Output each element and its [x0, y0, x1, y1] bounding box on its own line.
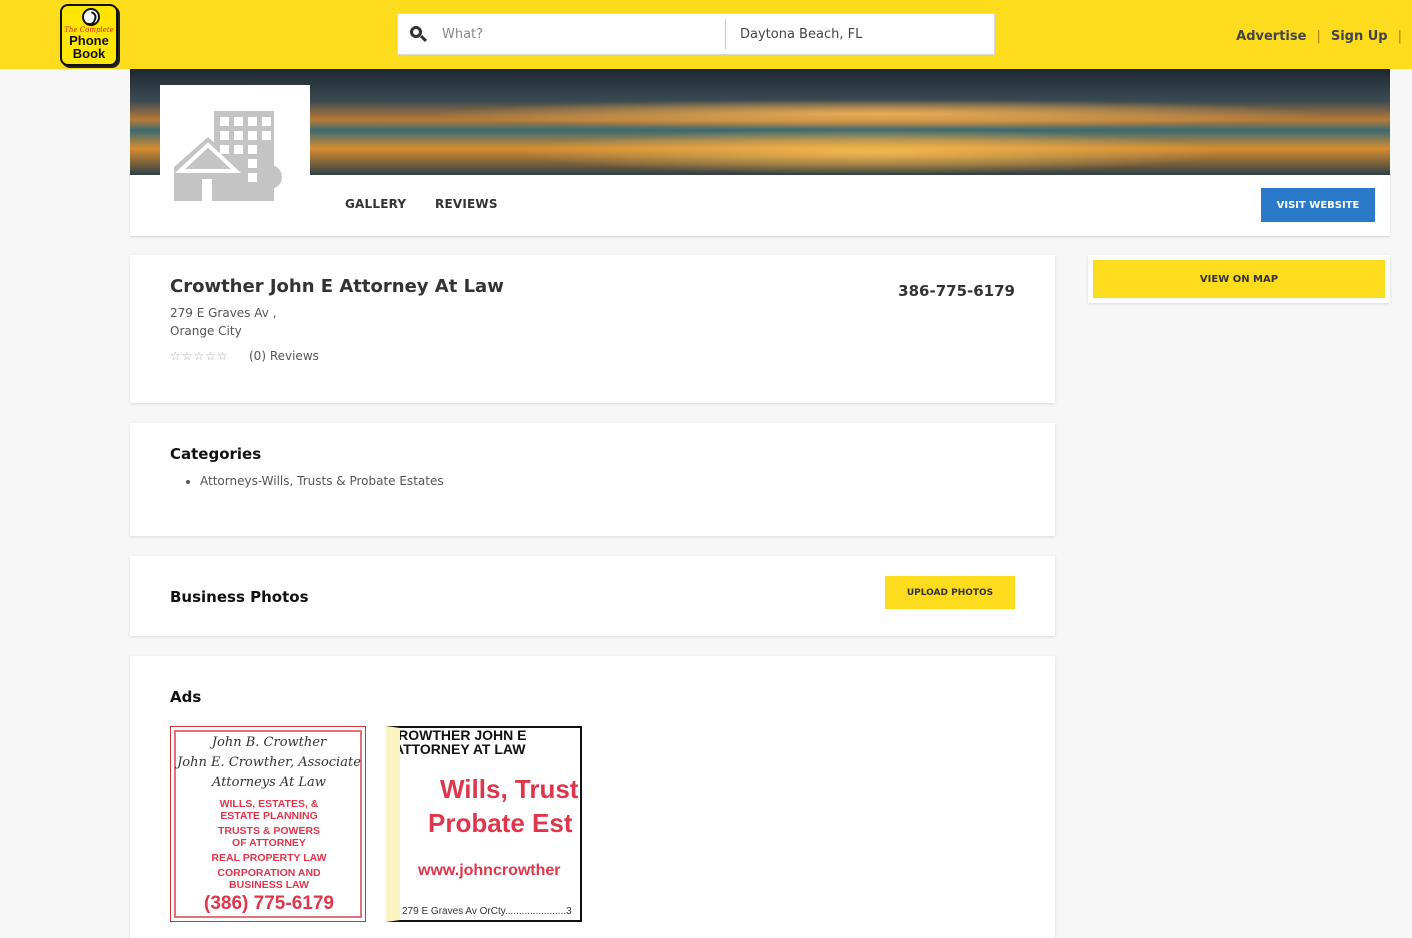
- address-line-2: Orange City: [170, 324, 242, 338]
- ad-big-line: Probate Est: [428, 808, 573, 838]
- business-photos-card: Business Photos UPLOAD PHOTOS: [130, 556, 1055, 636]
- ad-text-line: REAL PROPERTY LAW: [211, 852, 327, 864]
- top-nav: Advertise | Sign Up |: [1236, 27, 1412, 45]
- address-line-1: 279 E Graves Av ,: [170, 306, 277, 320]
- star-rating[interactable]: ☆ ☆ ☆ ☆ ☆: [170, 349, 228, 363]
- ad-text-line: OF ATTORNEY: [232, 837, 306, 849]
- category-item[interactable]: Attorneys-Wills, Trusts & Probate Estate…: [200, 474, 444, 488]
- business-info-card: Crowther John E Attorney At Law 279 E Gr…: [130, 255, 1055, 403]
- ads-card: Ads John B. Crowther John E. Crowther, A…: [130, 656, 1055, 938]
- business-photos-title: Business Photos: [170, 588, 309, 606]
- star-empty-icon: ☆: [205, 349, 217, 363]
- map-card: VIEW ON MAP: [1088, 255, 1390, 303]
- ads-title: Ads: [170, 688, 202, 706]
- ad-script-line: John E. Crowther, Associate: [177, 755, 361, 770]
- reviews-link[interactable]: (0) Reviews: [249, 349, 319, 363]
- categories-card: Categories Attorneys-Wills, Trusts & Pro…: [130, 423, 1055, 536]
- building-house-icon: [174, 111, 282, 201]
- business-placeholder-image: [160, 85, 310, 235]
- ad-text-line: WILLS, ESTATES, &: [219, 798, 319, 810]
- view-on-map-button[interactable]: VIEW ON MAP: [1093, 260, 1385, 298]
- ad-text-line: TRUSTS & POWERS: [217, 825, 321, 837]
- location-input[interactable]: [740, 14, 990, 54]
- sign-up-link[interactable]: Sign Up: [1331, 29, 1388, 44]
- ad-text-line: ESTATE PLANNING: [220, 810, 318, 822]
- ad-thumbnail[interactable]: John B. Crowther John E. Crowther, Assoc…: [170, 726, 366, 922]
- ad-phone: (386) 775-6179: [204, 893, 334, 914]
- profile-tab-bar: [130, 175, 1390, 236]
- ad-footer: 279 E Graves Av OrCty...................…: [402, 906, 572, 917]
- business-phone[interactable]: 386-775-6179: [898, 282, 1015, 300]
- ad-big-line: Wills, Trust: [440, 774, 579, 804]
- phone-book-logo[interactable]: The Complete Phone Book: [60, 4, 118, 66]
- star-empty-icon: ☆: [193, 349, 205, 363]
- phone-icon: [82, 8, 100, 26]
- tab-gallery[interactable]: GALLERY: [345, 197, 406, 211]
- search-divider: [725, 19, 726, 49]
- ad-heading-line: ATTORNEY AT LAW: [394, 741, 526, 757]
- nav-separator: |: [1397, 28, 1402, 44]
- ad-text-line: BUSINESS LAW: [229, 879, 309, 891]
- star-empty-icon: ☆: [170, 349, 181, 363]
- star-empty-icon: ☆: [217, 349, 228, 363]
- cover-image: [130, 69, 1390, 175]
- what-search-input[interactable]: [442, 14, 717, 54]
- ad-heading: CROWTHER JOHN E ATTORNEY AT LAW: [394, 728, 580, 757]
- ad-script-line: John B. Crowther: [211, 735, 327, 750]
- ad-script-line: Attorneys At Law: [212, 775, 326, 790]
- search-bar: [397, 13, 995, 55]
- visit-website-button[interactable]: VISIT WEBSITE: [1261, 188, 1375, 222]
- tab-reviews[interactable]: REVIEWS: [435, 197, 498, 211]
- ad-text-line: CORPORATION AND: [217, 867, 321, 879]
- top-header: The Complete Phone Book Advertise | Sign…: [0, 0, 1412, 69]
- search-icon[interactable]: [410, 26, 427, 43]
- nav-separator: |: [1316, 28, 1321, 44]
- advertise-link[interactable]: Advertise: [1236, 29, 1306, 44]
- ad-url: www.johncrowther: [418, 862, 561, 879]
- business-name: Crowther John E Attorney At Law: [170, 276, 504, 297]
- ad-thumbnail[interactable]: CROWTHER JOHN E ATTORNEY AT LAW Wills, T…: [386, 726, 582, 922]
- category-list: Attorneys-Wills, Trusts & Probate Estate…: [200, 474, 444, 488]
- star-empty-icon: ☆: [181, 349, 193, 363]
- categories-title: Categories: [170, 445, 262, 463]
- logo-line-3: Book: [72, 46, 106, 61]
- upload-photos-button[interactable]: UPLOAD PHOTOS: [885, 576, 1015, 609]
